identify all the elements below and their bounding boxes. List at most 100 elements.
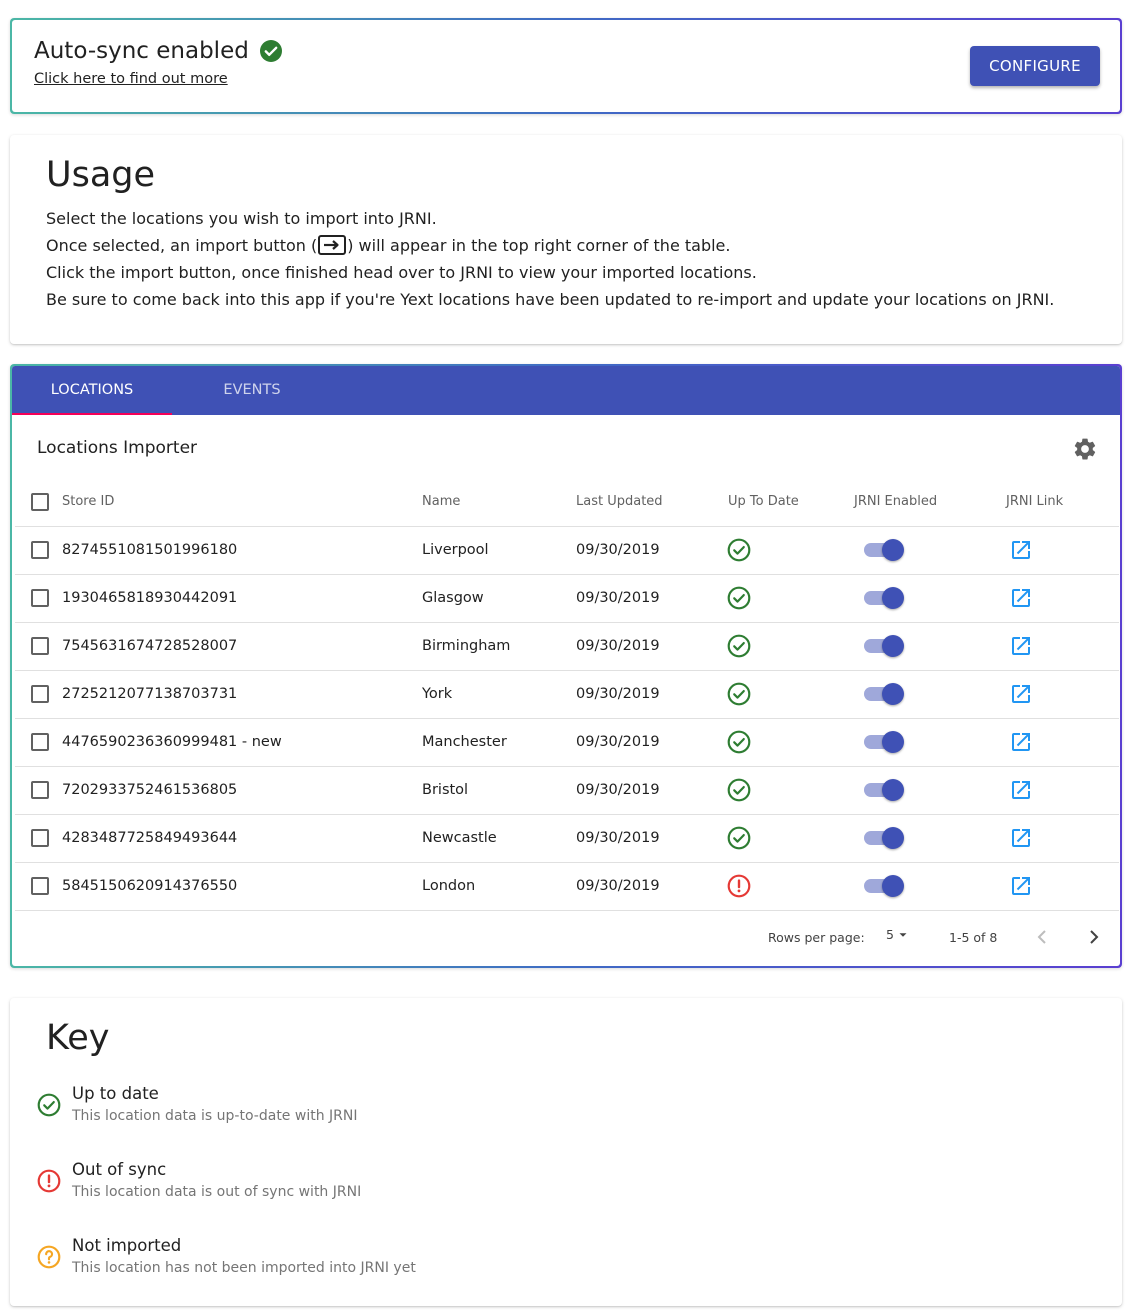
key-card: Key Up to date This location data is up-… — [10, 998, 1122, 1306]
up-to-date-cell — [727, 622, 854, 671]
active-tab-indicator — [12, 413, 172, 415]
toggle-thumb — [882, 779, 904, 801]
store-id-cell: 4476590236360999481 - new — [62, 718, 422, 767]
table-row[interactable]: 2725212077138703731 York 09/30/2019 — [15, 670, 1119, 719]
table-pagination: Rows per page: 5 1-5 of 8 — [12, 914, 1120, 962]
row-checkbox[interactable] — [31, 877, 49, 895]
usage-line-3: Click the import button, once finished h… — [46, 263, 757, 282]
select-all-checkbox[interactable] — [31, 492, 49, 511]
jrni-enabled-toggle[interactable] — [864, 587, 904, 609]
table-row[interactable]: 7545631674728528007 Birmingham 09/30/2019 — [15, 622, 1119, 671]
usage-instructions: Select the locations you wish to import … — [46, 205, 1054, 313]
rows-per-page-label: Rows per page: — [768, 930, 865, 945]
row-checkbox[interactable] — [31, 541, 49, 559]
usage-line-2: Once selected, an import button ( ) will… — [46, 232, 1054, 259]
table-row[interactable]: 8274551081501996180 Liverpool 09/30/2019 — [15, 526, 1119, 575]
open-in-new-icon[interactable] — [1009, 874, 1033, 898]
usage-line-4: Be sure to come back into this app if yo… — [46, 290, 1055, 309]
check-circle-icon — [727, 538, 751, 562]
toggle-thumb — [882, 731, 904, 753]
configure-button[interactable]: CONFIGURE — [970, 46, 1100, 86]
find-out-more-link[interactable]: Click here to find out more — [34, 71, 228, 87]
error-circle-icon — [37, 1169, 61, 1193]
check-circle-icon — [727, 730, 751, 754]
tab-bar: LOCATIONS EVENTS — [12, 366, 1120, 415]
chevron-down-icon — [899, 932, 907, 937]
up-to-date-cell — [727, 718, 854, 767]
row-checkbox[interactable] — [31, 829, 49, 847]
usage-line-2-end: ) will appear in the top right corner of… — [347, 236, 731, 255]
key-item-subtitle: This location data is out of sync with J… — [72, 1184, 362, 1200]
up-to-date-cell — [727, 574, 854, 623]
toggle-thumb — [882, 875, 904, 897]
jrni-enabled-toggle[interactable] — [864, 827, 904, 849]
row-checkbox[interactable] — [31, 589, 49, 607]
key-item-title: Out of sync — [72, 1160, 167, 1179]
jrni-enabled-toggle[interactable] — [864, 683, 904, 705]
jrni-link-cell — [1006, 670, 1119, 719]
rows-per-page-select[interactable]: 5 — [886, 927, 910, 942]
row-checkbox[interactable] — [31, 781, 49, 799]
jrni-enabled-cell — [854, 718, 1006, 767]
table-row[interactable]: 1930465818930442091 Glasgow 09/30/2019 — [15, 574, 1119, 623]
row-checkbox[interactable] — [31, 637, 49, 655]
name-cell: York — [422, 670, 576, 719]
column-header-jrni-link[interactable]: JRNI Link — [1006, 478, 1119, 527]
key-item-subtitle: This location has not been imported into… — [72, 1260, 416, 1276]
jrni-link-cell — [1006, 622, 1119, 671]
select-all-cell — [15, 478, 62, 527]
table-row[interactable]: 5845150620914376550 London 09/30/2019 — [15, 862, 1119, 911]
next-page-button[interactable] — [1082, 925, 1106, 949]
jrni-link-cell — [1006, 574, 1119, 623]
last-updated-cell: 09/30/2019 — [576, 670, 728, 719]
jrni-enabled-toggle[interactable] — [864, 875, 904, 897]
jrni-enabled-toggle[interactable] — [864, 731, 904, 753]
check-circle-icon — [727, 586, 751, 610]
store-id-cell: 7545631674728528007 — [62, 622, 422, 671]
row-select-cell — [15, 526, 62, 575]
key-item-title: Up to date — [72, 1084, 159, 1103]
table-row[interactable]: 7202933752461536805 Bristol 09/30/2019 — [15, 766, 1119, 815]
table-row[interactable]: 4476590236360999481 - new Manchester 09/30… — [15, 718, 1119, 767]
row-checkbox[interactable] — [31, 733, 49, 751]
open-in-new-icon[interactable] — [1009, 634, 1033, 658]
column-header-jrni-enabled[interactable]: JRNI Enabled — [854, 478, 1006, 527]
name-cell: Newcastle — [422, 814, 576, 863]
pagination-range: 1-5 of 8 — [949, 930, 998, 945]
open-in-new-icon[interactable] — [1009, 826, 1033, 850]
gear-icon[interactable] — [1072, 436, 1098, 462]
column-header-store-id[interactable]: Store ID — [62, 478, 422, 527]
table-title: Locations Importer — [37, 438, 198, 458]
tab-locations[interactable]: LOCATIONS — [12, 366, 172, 415]
tab-events[interactable]: EVENTS — [172, 366, 332, 415]
open-in-new-icon[interactable] — [1009, 778, 1033, 802]
last-updated-cell: 09/30/2019 — [576, 718, 728, 767]
last-updated-cell: 09/30/2019 — [576, 526, 728, 575]
last-updated-cell: 09/30/2019 — [576, 862, 728, 911]
jrni-enabled-toggle[interactable] — [864, 635, 904, 657]
table-row[interactable]: 4283487725849493644 Newcastle 09/30/2019 — [15, 814, 1119, 863]
jrni-enabled-cell — [854, 526, 1006, 575]
auto-sync-banner: Auto-sync enabled Click here to find out… — [10, 18, 1122, 114]
open-in-new-icon[interactable] — [1009, 682, 1033, 706]
help-circle-icon — [37, 1245, 61, 1269]
usage-title: Usage — [46, 155, 156, 195]
jrni-enabled-toggle[interactable] — [864, 779, 904, 801]
jrni-enabled-toggle[interactable] — [864, 539, 904, 561]
previous-page-button[interactable] — [1030, 925, 1054, 949]
open-in-new-icon[interactable] — [1009, 730, 1033, 754]
open-in-new-icon[interactable] — [1009, 538, 1033, 562]
name-cell: Bristol — [422, 766, 576, 815]
open-in-new-icon[interactable] — [1009, 586, 1033, 610]
check-circle-icon — [259, 40, 282, 62]
row-select-cell — [15, 766, 62, 815]
error-circle-icon — [727, 874, 751, 898]
store-id-cell: 5845150620914376550 — [62, 862, 422, 911]
column-header-name[interactable]: Name — [422, 478, 576, 527]
row-checkbox[interactable] — [31, 685, 49, 703]
up-to-date-cell — [727, 670, 854, 719]
last-updated-cell: 09/30/2019 — [576, 766, 728, 815]
column-header-up-to-date[interactable]: Up To Date — [728, 478, 854, 527]
check-circle-icon — [727, 682, 751, 706]
column-header-last-updated[interactable]: Last Updated — [576, 478, 728, 527]
